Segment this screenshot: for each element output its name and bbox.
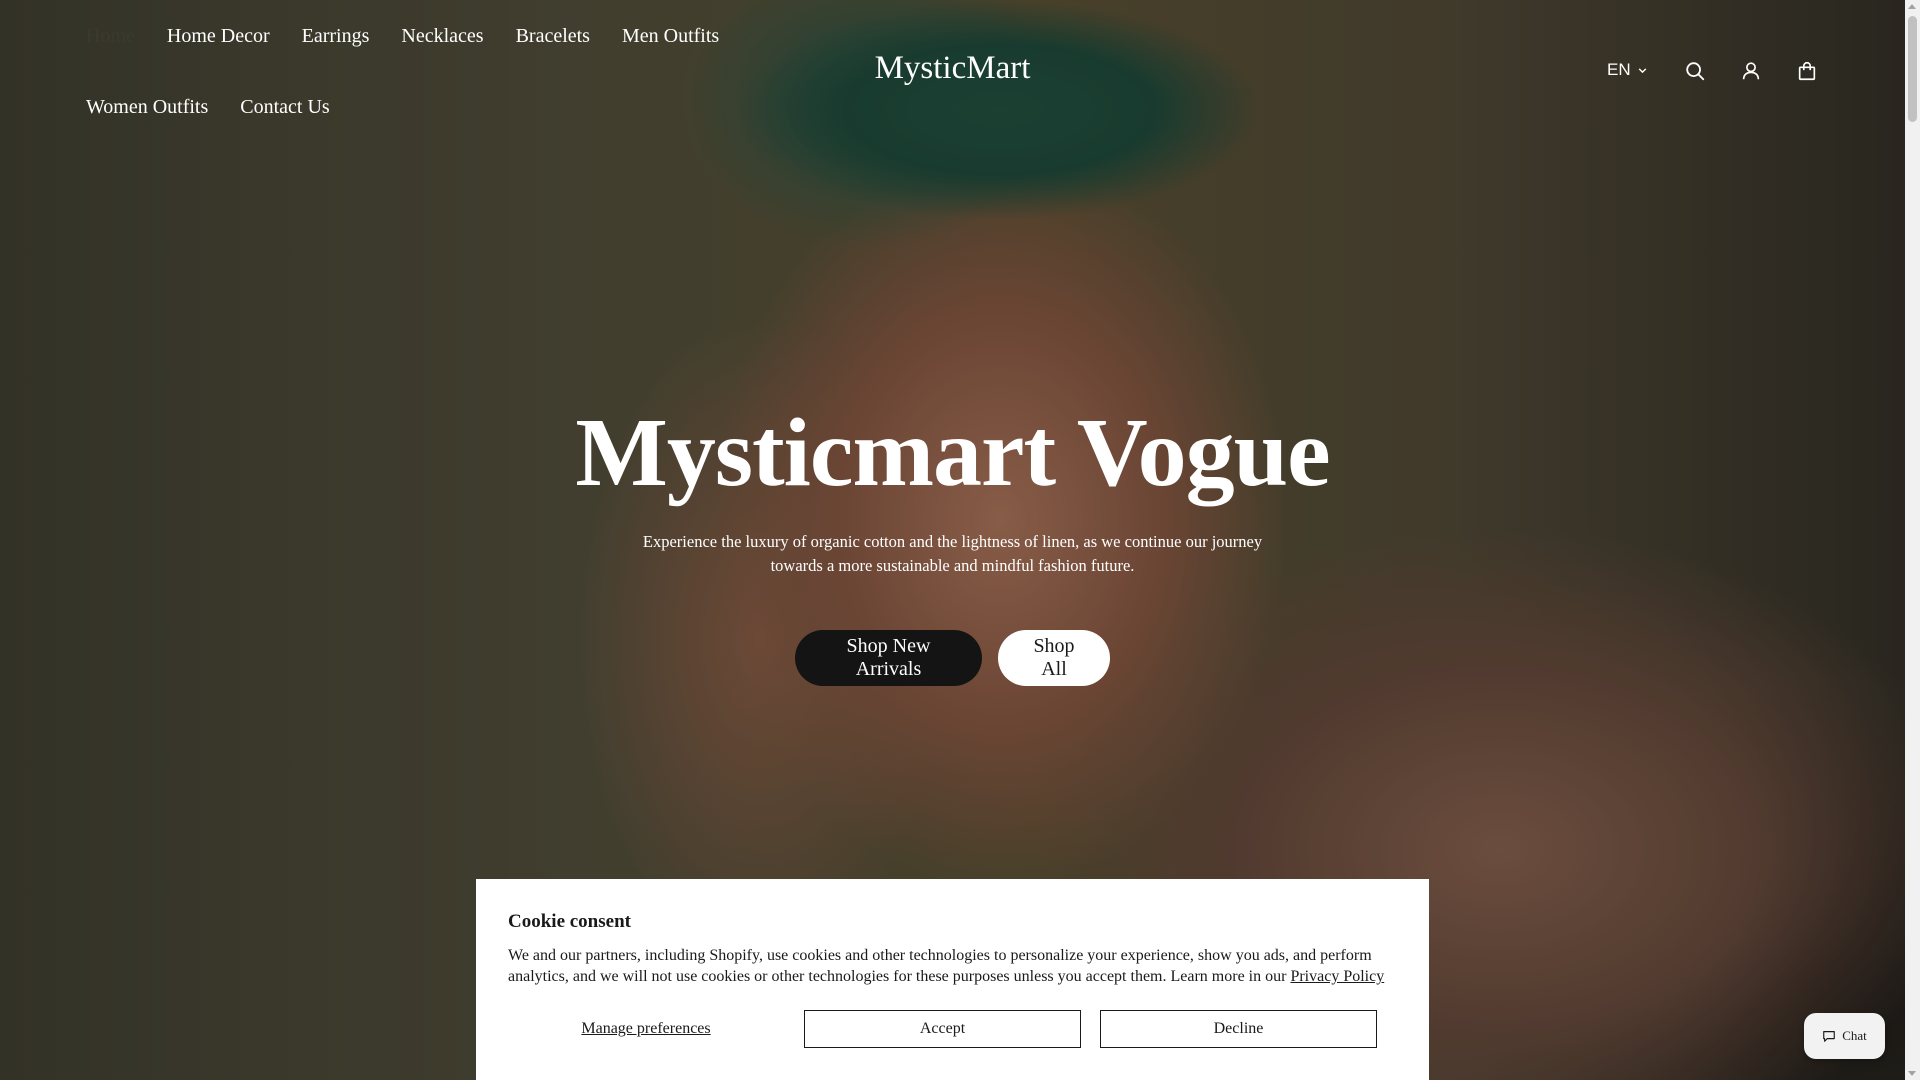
scrollbar-thumb[interactable] [1908,16,1917,122]
nav-item-bracelets[interactable]: Bracelets [516,18,590,55]
nav-item-men-outfits[interactable]: Men Outfits [622,18,719,55]
nav-item-necklaces[interactable]: Necklaces [401,18,483,55]
privacy-policy-link[interactable]: Privacy Policy [1290,968,1384,985]
chat-bubble-icon [1823,1031,1836,1042]
language-selector[interactable]: EN [1607,60,1648,80]
shop-all-button[interactable]: Shop All [998,630,1110,686]
cookie-text: We and our partners, including Shopify, … [508,947,1372,985]
chat-label: Chat [1842,1028,1867,1043]
cookie-consent-banner: Cookie consent We and our partners, incl… [476,879,1429,1080]
nav-item-contact-us[interactable]: Contact Us [240,89,329,126]
decline-button[interactable]: Decline [1100,1010,1377,1048]
accept-button[interactable]: Accept [804,1010,1081,1048]
store-logo[interactable]: MysticMart [830,50,1075,87]
account-icon[interactable] [1738,58,1764,84]
page-scrollbar[interactable] [1905,0,1920,1080]
scroll-up-arrow-icon[interactable] [1908,4,1916,9]
language-label: EN [1607,60,1631,79]
chevron-down-icon [1638,67,1646,73]
cookie-title: Cookie consent [508,911,631,932]
manage-preferences-button[interactable]: Manage preferences [508,1010,784,1048]
shop-new-arrivals-button[interactable]: Shop New Arrivals [795,630,982,686]
cookie-description: We and our partners, including Shopify, … [508,945,1398,987]
hero-title: Mysticmart Vogue [575,399,1330,507]
cookie-actions: Manage preferences Accept Decline [508,1010,1398,1048]
hero-subtitle: Experience the luxury of organic cotton … [642,532,1263,575]
scroll-down-arrow-icon[interactable] [1908,1071,1916,1076]
nav-item-home[interactable]: Home [86,18,135,55]
nav-item-home-decor[interactable]: Home Decor [167,18,270,55]
nav-item-women-outfits[interactable]: Women Outfits [86,89,208,126]
chat-button[interactable]: Chat [1804,1013,1885,1059]
cart-icon[interactable] [1794,58,1820,84]
nav-item-earrings[interactable]: Earrings [302,18,370,55]
main-navigation: Home Home Decor Earrings Necklaces Brace… [86,18,736,126]
search-icon[interactable] [1682,58,1708,84]
